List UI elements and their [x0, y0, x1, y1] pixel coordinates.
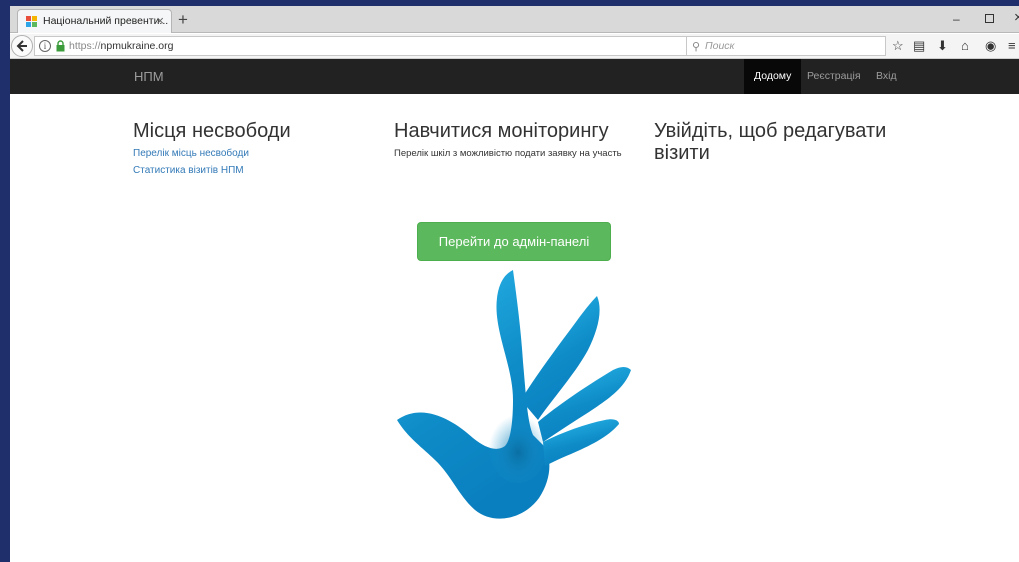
- search-placeholder: Поиск: [705, 40, 735, 52]
- window-close-icon[interactable]: ×: [1014, 9, 1019, 26]
- monitoring-column: Навчитися моніторингу Перелік шкіл з мож…: [394, 120, 639, 159]
- nav-home[interactable]: Додому: [744, 59, 802, 94]
- back-arrow-icon: [16, 40, 27, 52]
- search-bar[interactable]: ⚲ Поиск: [686, 36, 886, 56]
- browser-tab[interactable]: Національний превенти... ×: [17, 9, 172, 33]
- tab-close-icon[interactable]: ×: [156, 13, 164, 28]
- download-icon[interactable]: ⬇: [937, 38, 948, 54]
- site-brand[interactable]: НПМ: [134, 69, 164, 84]
- url-host: npmukraine.org: [100, 40, 174, 52]
- visits-stats-link[interactable]: Статистика візитів НПМ: [133, 165, 373, 176]
- browser-toolbar: i https://npmukraine.org C ⚲ Поиск ☆ ▤ ⬇…: [10, 34, 1019, 59]
- places-list-link[interactable]: Перелік місць несвободи: [133, 148, 373, 159]
- monitoring-text: Перелік шкіл з можливістю подати заявку …: [394, 148, 622, 159]
- address-bar[interactable]: i https://npmukraine.org C: [34, 36, 701, 56]
- tab-title: Національний превенти...: [43, 15, 169, 27]
- places-column: Місця несвободи Перелік місць несвободи …: [133, 120, 373, 176]
- home-icon[interactable]: ⌂: [961, 38, 969, 53]
- hand-dove-logo: [397, 270, 631, 519]
- nav-register[interactable]: Реєстрація: [797, 59, 871, 94]
- search-icon: ⚲: [692, 41, 701, 53]
- url-protocol: https://: [69, 40, 101, 52]
- lock-icon: [56, 40, 65, 52]
- pocket-icon[interactable]: ◉: [985, 38, 996, 54]
- admin-panel-button[interactable]: Перейти до адмін-панелі: [417, 222, 611, 261]
- info-icon[interactable]: i: [39, 40, 51, 52]
- browser-tab-strip: Національний превенти... × + – ×: [10, 6, 1019, 33]
- login-heading: Увійдіть, щоб редагувати візити: [654, 120, 887, 164]
- nav-login[interactable]: Вхід: [866, 59, 907, 94]
- places-heading: Місця несвободи: [133, 120, 291, 142]
- site-navbar: НПМ Додому Реєстрація Вхід: [10, 59, 1019, 94]
- restore-icon[interactable]: [985, 14, 994, 23]
- menu-icon[interactable]: ≡: [1008, 38, 1016, 53]
- minimize-icon[interactable]: –: [953, 12, 960, 26]
- new-tab-icon[interactable]: +: [178, 10, 188, 30]
- login-column: Увійдіть, щоб редагувати візити: [654, 120, 904, 164]
- window-frame-left: [0, 0, 10, 562]
- bookmark-star-icon[interactable]: ☆: [892, 38, 904, 54]
- monitoring-heading: Навчитися моніторингу: [394, 120, 609, 142]
- back-button[interactable]: [11, 35, 33, 57]
- site-favicon-icon: [26, 16, 38, 28]
- url-text: https://npmukraine.org: [69, 40, 173, 52]
- reading-list-icon[interactable]: ▤: [913, 38, 925, 54]
